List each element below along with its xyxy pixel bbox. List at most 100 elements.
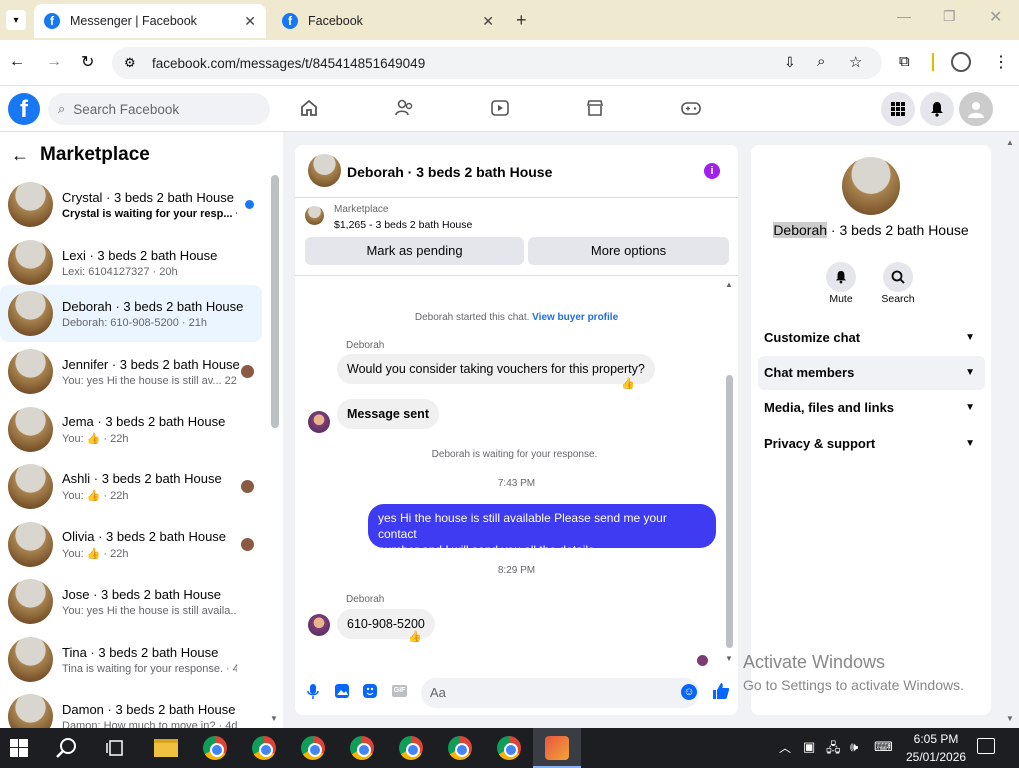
conversation-damon[interactable]: Damon · 3 beds 2 bath House Damon: How mu… [0,688,262,728]
message-bubble[interactable]: Message sent [337,399,439,429]
info-icon[interactable]: i [704,163,720,179]
tab-search-chevron-icon[interactable]: ▾ [6,10,26,30]
page-scroll-up-icon[interactable]: ▲ [1006,138,1014,147]
conversation-deborah[interactable]: Deborah · 3 beds 2 bath House Deborah: 61… [0,285,262,342]
back-icon[interactable]: ← [9,53,25,71]
minimize-icon[interactable]: — [897,8,911,24]
chrome-icon[interactable] [347,734,377,762]
browser-menu-icon[interactable]: ⋮ [993,52,1009,72]
zoom-icon[interactable]: ⌕ [817,53,825,70]
microphone-icon[interactable] [307,684,319,700]
forward-icon[interactable]: → [46,53,62,71]
scroll-down-icon[interactable]: ▼ [725,654,733,663]
chat-members-section[interactable]: Chat members ▼ [758,356,985,390]
close-window-icon[interactable]: ✕ [989,7,1002,27]
tab-messenger[interactable]: f Messenger | Facebook ✕ [34,4,266,38]
close-tab-icon[interactable]: ✕ [482,13,494,30]
windows-start-icon[interactable] [10,739,28,757]
extensions-icon[interactable]: ⧉ [899,53,910,70]
marketplace-icon[interactable] [585,98,605,118]
notifications-bell-icon[interactable] [920,92,954,126]
task-view-icon[interactable] [106,739,124,757]
deborah-avatar[interactable] [308,411,330,433]
chrome-icon[interactable] [396,734,426,762]
chrome-icon[interactable] [494,734,524,762]
chrome-icon[interactable] [249,734,279,762]
chrome-icon[interactable] [298,734,328,762]
search-facebook-input[interactable]: ⌕ Search Facebook [48,93,270,125]
chrome-icon[interactable] [445,734,475,762]
volume-icon[interactable]: 🕪 [850,739,858,755]
privacy-support-section[interactable]: Privacy & support ▼ [758,427,985,461]
restore-icon[interactable]: ❐ [943,8,956,25]
chat-scrollbar[interactable] [726,375,733,648]
active-app-button[interactable] [533,728,581,768]
conversation-tina[interactable]: Tina · 3 beds 2 bath House Tina is waitin… [0,631,262,688]
scroll-down-icon[interactable]: ▼ [270,714,278,723]
chrome-icon[interactable] [200,734,230,762]
account-avatar[interactable] [959,92,993,126]
meet-now-icon[interactable]: ▣ [803,739,815,755]
sticker-icon[interactable] [363,684,377,698]
listing-avatar[interactable] [842,157,900,215]
system-clock[interactable]: 6:05 PM 25/01/2026 [906,730,966,766]
close-tab-icon[interactable]: ✕ [244,13,256,30]
gaming-icon[interactable] [680,98,702,118]
search-icon[interactable] [56,737,78,759]
facebook-logo-icon[interactable]: f [8,93,40,125]
gif-icon[interactable]: GIF [392,685,407,697]
chat-list-scrollbar[interactable] [271,175,279,428]
back-arrow-icon[interactable]: ← [11,145,29,166]
view-buyer-profile-link[interactable]: View buyer profile [532,312,618,323]
page-scroll-down-icon[interactable]: ▼ [1006,714,1014,723]
new-tab-icon[interactable]: + [516,10,527,31]
chat-avatar[interactable] [308,154,341,187]
bookmark-star-icon[interactable]: ☆ [849,53,862,71]
omnibox[interactable]: ⚙ facebook.com/messages/t/84541485164904… [112,47,882,79]
network-icon[interactable]: 🖧 [826,739,841,761]
reload-icon[interactable]: ↻ [81,52,94,72]
message-input[interactable]: Aa [421,678,699,708]
tray-chevron-icon[interactable]: ︿ [779,739,791,756]
listing-price-title[interactable]: $1,265 - 3 beds 2 bath House [334,219,472,231]
video-icon[interactable] [490,98,510,118]
friends-icon[interactable] [394,98,414,118]
conversation-olivia[interactable]: Olivia · 3 beds 2 bath House You: 👍 · 22h [0,516,262,573]
search-chat-button[interactable] [883,262,913,292]
file-explorer-icon[interactable] [151,734,181,762]
profile-icon[interactable] [951,52,971,72]
conversation-jose[interactable]: Jose · 3 beds 2 bath House You: yes Hi th… [0,573,262,630]
url-text[interactable]: facebook.com/messages/t/845414851649049 [152,56,425,71]
message-bubble[interactable]: Would you consider taking vouchers for t… [337,354,655,384]
menu-grid-icon[interactable] [881,92,915,126]
like-send-icon[interactable] [712,682,730,700]
site-info-icon[interactable]: ⚙ [124,55,136,71]
home-icon[interactable] [299,98,319,118]
message-line: number and I will send you all the detai… [378,543,595,557]
conversation-ashli[interactable]: Ashli · 3 beds 2 bath House You: 👍 · 22h [0,458,262,515]
conversation-name: Damon · 3 beds 2 bath House [62,701,236,717]
deborah-avatar[interactable] [308,614,330,636]
my-message-bubble[interactable]: yes Hi the house is still available Plea… [368,504,716,557]
conversation-preview: Deborah: 610-908-5200 · 21h [62,316,207,329]
mute-button[interactable] [826,262,856,292]
customize-chat-section[interactable]: Customize chat ▼ [758,321,985,355]
notifications-icon[interactable] [977,738,995,754]
keyboard-icon[interactable]: ⌨ [874,739,893,755]
conversation-name: Olivia · 3 beds 2 bath House [62,529,227,544]
emoji-icon[interactable]: ☺ [681,684,697,700]
mark-as-pending-button[interactable]: Mark as pending [305,237,524,265]
install-app-icon[interactable]: ⇩ [784,54,796,71]
scroll-up-icon[interactable]: ▲ [725,280,733,289]
conversation-crystal[interactable]: Crystal · 3 beds 2 bath House Crystal is … [0,176,262,233]
conversation-lexi[interactable]: Lexi · 3 beds 2 bath House Lexi: 61041273… [0,234,262,291]
details-title: Deborah · 3 beds 2 bath House [751,222,991,238]
tab-facebook[interactable]: f Facebook ✕ [272,4,504,38]
conversation-jennifer[interactable]: Jennifer · 3 beds 2 bath House You: yes H… [0,343,262,400]
chat-title[interactable]: Deborah · 3 beds 2 bath House [347,164,552,180]
photo-icon[interactable] [335,684,349,698]
conversation-jema[interactable]: Jema · 3 beds 2 bath House You: 👍 · 22h [0,401,262,458]
seen-avatar [697,655,708,666]
more-options-button[interactable]: More options [528,237,729,265]
media-files-links-section[interactable]: Media, files and links ▼ [758,391,985,425]
